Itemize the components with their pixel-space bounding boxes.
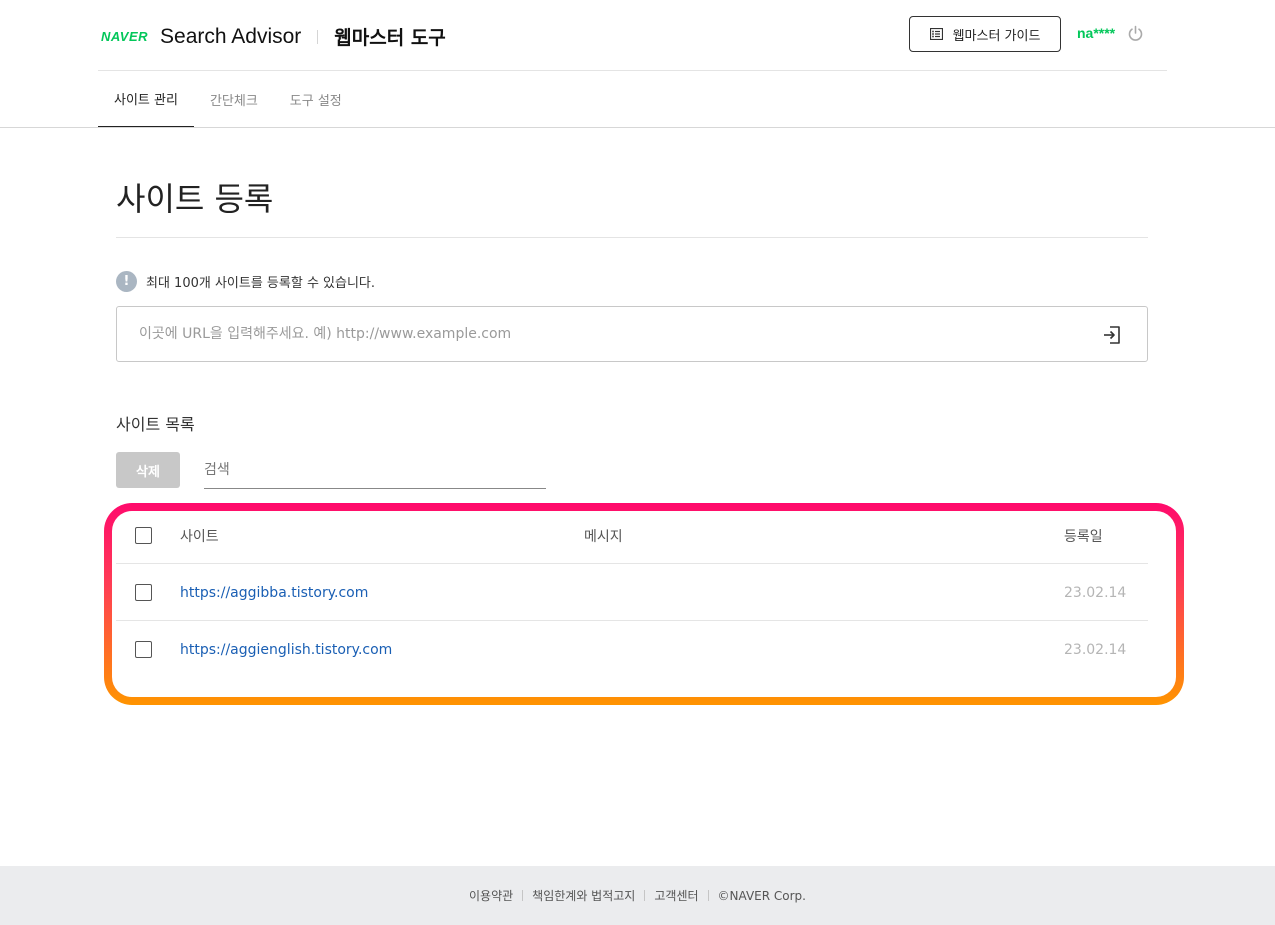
tool-name[interactable]: 웹마스터 도구: [334, 23, 446, 50]
header-message: 메시지: [584, 528, 623, 545]
footer-separator: [522, 890, 524, 901]
brand[interactable]: NAVER Search Advisor 웹마스터 도구: [101, 23, 446, 50]
footer-copyright: ©NAVER Corp.: [717, 888, 806, 903]
url-input[interactable]: [139, 307, 1079, 361]
header-site[interactable]: 사이트: [180, 507, 219, 564]
table-header-row: 사이트 메시지 등록일: [116, 507, 1148, 564]
row-checkbox[interactable]: [135, 641, 152, 658]
book-icon: [929, 28, 943, 40]
power-icon[interactable]: [1127, 25, 1144, 42]
naver-logo[interactable]: NAVER: [101, 29, 148, 44]
table-row: https://aggienglish.tistory.com 23.02.14: [116, 621, 1148, 678]
footer-separator: [707, 890, 709, 901]
footer-support-link[interactable]: 고객센터: [654, 887, 698, 904]
footer-separator: [644, 890, 646, 901]
tab-quick-check[interactable]: 간단체크: [194, 71, 274, 128]
user-id[interactable]: na****: [1077, 25, 1115, 41]
date-cell: 23.02.14: [1064, 584, 1127, 601]
webmaster-guide-label: 웹마스터 가이드: [952, 28, 1041, 44]
tabs-divider: [0, 127, 1275, 128]
date-cell: 23.02.14: [1064, 641, 1127, 658]
brand-divider: [317, 29, 319, 44]
site-link[interactable]: https://aggibba.tistory.com: [180, 585, 368, 601]
submit-arrow-icon[interactable]: [1101, 324, 1123, 346]
top-header: NAVER Search Advisor 웹마스터 도구 웹마스터 가이드 na…: [98, 0, 1167, 71]
url-input-box: [116, 306, 1148, 362]
main-tabs: 사이트 관리 간단체크 도구 설정: [98, 71, 358, 128]
page-title: 사이트 등록: [116, 180, 274, 218]
product-name[interactable]: Search Advisor: [160, 25, 301, 49]
tab-tool-settings[interactable]: 도구 설정: [274, 71, 358, 128]
tab-site-management[interactable]: 사이트 관리: [98, 71, 194, 128]
footer-terms-link[interactable]: 이용약관: [469, 887, 513, 904]
site-link[interactable]: https://aggienglish.tistory.com: [180, 642, 392, 658]
site-cell: https://aggienglish.tistory.com: [180, 621, 392, 678]
select-all-checkbox[interactable]: [135, 527, 152, 544]
footer: 이용약관 책임한계와 법적고지 고객센터 ©NAVER Corp.: [0, 866, 1275, 925]
notice-text: 최대 100개 사이트를 등록할 수 있습니다.: [146, 276, 376, 291]
site-limit-notice: ! 최대 100개 사이트를 등록할 수 있습니다.: [116, 271, 375, 292]
info-icon: !: [116, 271, 137, 292]
site-list-title: 사이트 목록: [116, 415, 195, 434]
title-divider: [116, 237, 1148, 238]
delete-button[interactable]: 삭제: [116, 452, 180, 488]
site-table: 사이트 메시지 등록일 https://aggibba.tistory.com …: [116, 507, 1148, 678]
site-cell: https://aggibba.tistory.com: [180, 564, 368, 621]
row-checkbox[interactable]: [135, 584, 152, 601]
table-row: https://aggibba.tistory.com 23.02.14: [116, 564, 1148, 621]
footer-disclaimer-link[interactable]: 책임한계와 법적고지: [532, 887, 635, 904]
webmaster-guide-button[interactable]: 웹마스터 가이드: [909, 16, 1061, 52]
header-date[interactable]: 등록일: [1064, 507, 1103, 564]
search-input[interactable]: [204, 452, 546, 489]
